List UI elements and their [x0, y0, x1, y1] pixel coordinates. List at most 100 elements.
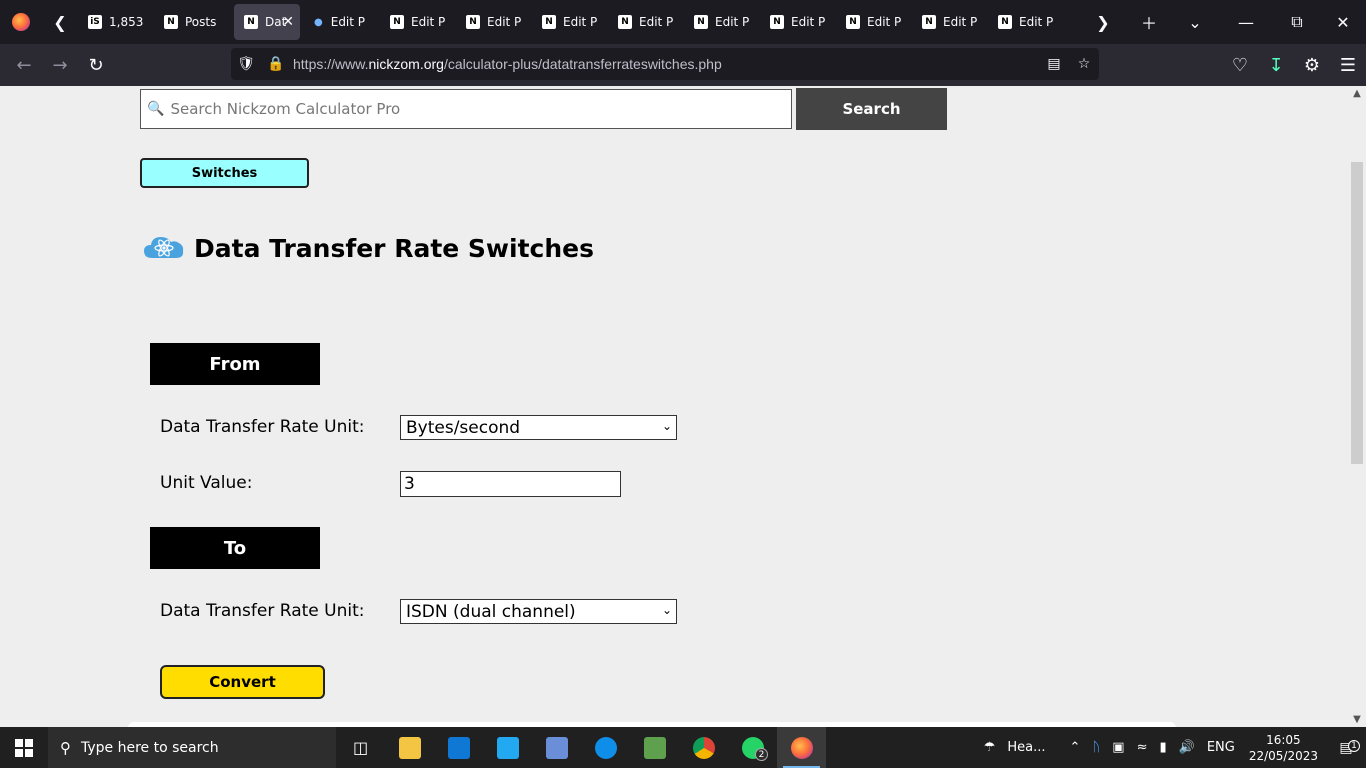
chevron-down-icon: ⌄ [661, 419, 672, 433]
tab-4[interactable]: ● Edit P [304, 0, 380, 44]
minimize-icon[interactable]: — [1218, 0, 1274, 44]
reader-view-icon[interactable]: ▤ [1039, 56, 1069, 72]
wp-favicon-icon: N [542, 15, 556, 29]
tab-bar: ❮ iS 1,853, N Posts N Dat ✕ ● Edit P N E… [0, 0, 1366, 44]
switches-button[interactable]: Switches [140, 158, 309, 188]
scroll-down-icon[interactable]: ▼ [1348, 714, 1366, 725]
search-highlight-image [258, 731, 334, 765]
url-text[interactable]: https://www.nickzom.org/calculator-plus/… [291, 56, 1039, 72]
vscode-icon[interactable] [483, 727, 532, 768]
tab-8[interactable]: N Edit P [608, 0, 684, 44]
windows-start-icon[interactable] [0, 727, 48, 768]
to-unit-label: Data Transfer Rate Unit: [160, 601, 365, 621]
virtualbox-icon[interactable] [532, 727, 581, 768]
weather-label[interactable]: Hea... [1001, 740, 1063, 755]
tab-7[interactable]: N Edit P [532, 0, 608, 44]
close-window-icon[interactable]: ✕ [1320, 0, 1366, 44]
page-scrollbar[interactable]: ▲ ▼ [1348, 86, 1366, 727]
taskbar: ⚲ Type here to search ◫ 2 ☂ Hea... ⌃ ᚢ ▣… [0, 727, 1366, 768]
weather-umbrella-icon[interactable]: ☂ [978, 740, 1002, 755]
taskbar-search-input[interactable]: ⚲ Type here to search [48, 727, 336, 768]
language-indicator[interactable]: ENG [1201, 740, 1241, 755]
tab-close-icon[interactable]: ✕ [282, 14, 294, 30]
tab-9[interactable]: N Edit P [684, 0, 760, 44]
page-title: Data Transfer Rate Switches [194, 234, 594, 263]
search-icon: 🔍 [147, 101, 165, 117]
wp-favicon-icon: N [846, 15, 860, 29]
cloud-atom-icon [144, 237, 184, 258]
browser-window: ❮ iS 1,853, N Posts N Dat ✕ ● Edit P N E… [0, 0, 1366, 768]
tab-2[interactable]: N Posts [154, 0, 230, 44]
to-unit-select[interactable]: ISDN (dual channel) ⌄ [400, 599, 677, 624]
pocket-icon[interactable]: ♡ [1222, 47, 1258, 83]
tab-12[interactable]: N Edit P [912, 0, 988, 44]
search-input[interactable]: 🔍 Search Nickzom Calculator Pro [140, 89, 792, 129]
wp-favicon-icon: N [244, 15, 258, 29]
tab-scroll-right-icon[interactable]: ❯ [1080, 0, 1126, 44]
new-tab-icon[interactable]: ＋ [1126, 0, 1172, 44]
teamviewer-icon[interactable] [581, 727, 630, 768]
chevron-down-icon: ⌄ [661, 603, 672, 617]
battery-icon[interactable]: ▮ [1153, 740, 1172, 755]
bookmark-star-icon[interactable]: ☆ [1069, 56, 1099, 72]
firefox-taskbar-icon[interactable] [777, 727, 826, 768]
to-header: To [150, 527, 320, 569]
mail-icon[interactable] [434, 727, 483, 768]
tab-13[interactable]: N Edit P [988, 0, 1064, 44]
whatsapp-badge: 2 [755, 748, 768, 761]
extensions-icon[interactable]: ⚙ [1294, 47, 1330, 83]
convert-button[interactable]: Convert [160, 665, 325, 699]
page-content: 🔍 Search Nickzom Calculator Pro Search S… [0, 86, 1348, 727]
hamburger-menu-icon[interactable]: ☰ [1330, 47, 1366, 83]
from-header: From [150, 343, 320, 385]
volume-icon[interactable]: 🔊 [1173, 740, 1201, 755]
search-button[interactable]: Search [796, 88, 947, 130]
wp-favicon-icon: N [922, 15, 936, 29]
clock[interactable]: 16:05 22/05/2023 [1241, 732, 1326, 764]
unit-value-label: Unit Value: [160, 473, 253, 493]
wp-favicon-icon: N [770, 15, 784, 29]
from-unit-select[interactable]: Bytes/second ⌄ [400, 415, 677, 440]
shield-icon[interactable]: 🛡 [231, 56, 261, 72]
wp-favicon-icon: N [466, 15, 480, 29]
tab-3-active[interactable]: N Dat ✕ [234, 4, 300, 40]
scroll-up-icon[interactable]: ▲ [1348, 88, 1366, 99]
wp-favicon-icon: N [998, 15, 1012, 29]
lock-icon[interactable]: 🔒 [261, 56, 291, 72]
wp-favicon-icon: N [164, 15, 178, 29]
back-icon[interactable]: ← [6, 47, 42, 83]
unit-value-input[interactable]: 3 [400, 471, 621, 497]
navigation-bar: ← → ↻ 🛡 🔒 https://www.nickzom.org/calcul… [0, 44, 1366, 86]
from-unit-label: Data Transfer Rate Unit: [160, 417, 365, 437]
tab-scroll-left-icon[interactable]: ❮ [42, 0, 78, 44]
list-tabs-icon[interactable]: ⌄ [1172, 0, 1218, 44]
tab-6[interactable]: N Edit P [456, 0, 532, 44]
tab-1[interactable]: iS 1,853, [78, 0, 154, 44]
bluetooth-icon[interactable]: ᚢ [1086, 740, 1106, 755]
url-bar[interactable]: 🛡 🔒 https://www.nickzom.org/calculator-p… [231, 48, 1099, 80]
forward-icon[interactable]: → [42, 47, 78, 83]
firefox-menu-icon[interactable] [0, 0, 42, 44]
scrollbar-thumb[interactable] [1351, 162, 1363, 464]
node-icon[interactable] [630, 727, 679, 768]
file-explorer-icon[interactable] [385, 727, 434, 768]
is-favicon-icon: iS [88, 15, 102, 29]
wifi-icon[interactable]: ≈ [1131, 740, 1154, 755]
tab-11[interactable]: N Edit P [836, 0, 912, 44]
chrome-icon[interactable] [679, 727, 728, 768]
search-icon: ⚲ [60, 738, 71, 757]
task-view-icon[interactable]: ◫ [336, 727, 385, 768]
show-hidden-icons-icon[interactable]: ⌃ [1064, 740, 1087, 755]
restore-icon[interactable]: ⧉ [1274, 0, 1320, 44]
wp-favicon-icon: N [390, 15, 404, 29]
wp-favicon-icon: N [694, 15, 708, 29]
downloads-icon[interactable]: ↧ [1258, 47, 1294, 83]
notification-center-icon[interactable]: ▤ 1 [1326, 739, 1366, 756]
wp-favicon-icon: N [618, 15, 632, 29]
unread-dot-icon: ● [314, 16, 323, 28]
tab-5[interactable]: N Edit P [380, 0, 456, 44]
reload-icon[interactable]: ↻ [78, 47, 114, 83]
tab-10[interactable]: N Edit P [760, 0, 836, 44]
whatsapp-icon[interactable]: 2 [728, 727, 777, 768]
meet-now-icon[interactable]: ▣ [1106, 740, 1130, 755]
